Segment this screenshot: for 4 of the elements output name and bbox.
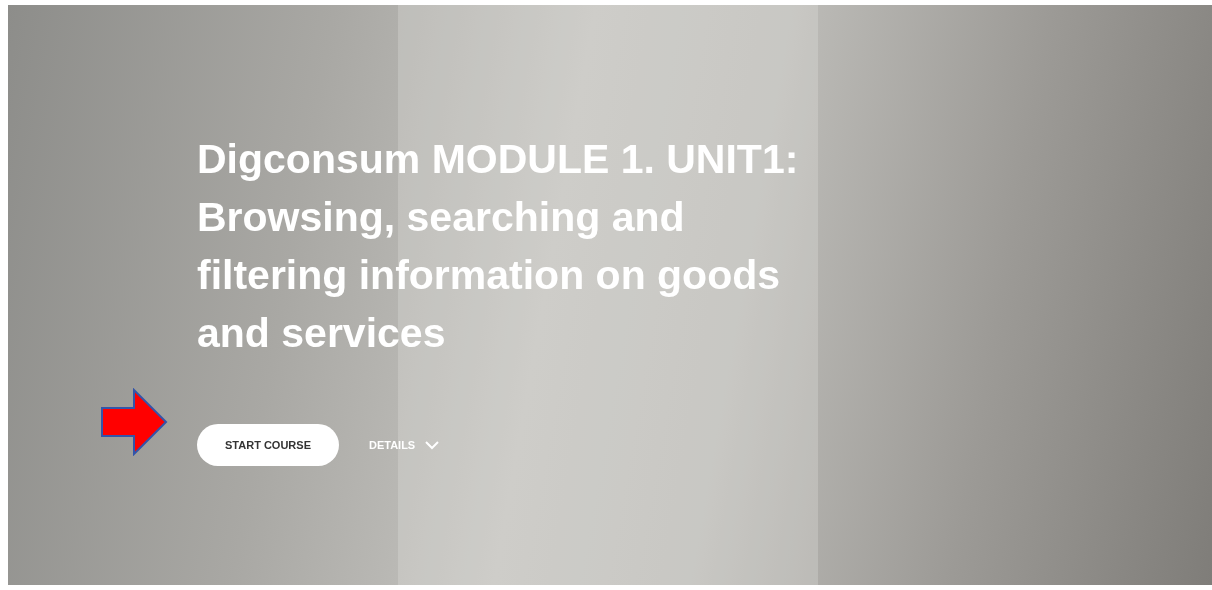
chevron-icon xyxy=(425,440,440,450)
arrow-annotation-icon xyxy=(100,388,168,456)
start-course-button[interactable]: START COURSE xyxy=(197,424,339,466)
course-title: Digconsum MODULE 1. UNIT1: Browsing, searching and filtering information on goods and services xyxy=(197,135,800,358)
